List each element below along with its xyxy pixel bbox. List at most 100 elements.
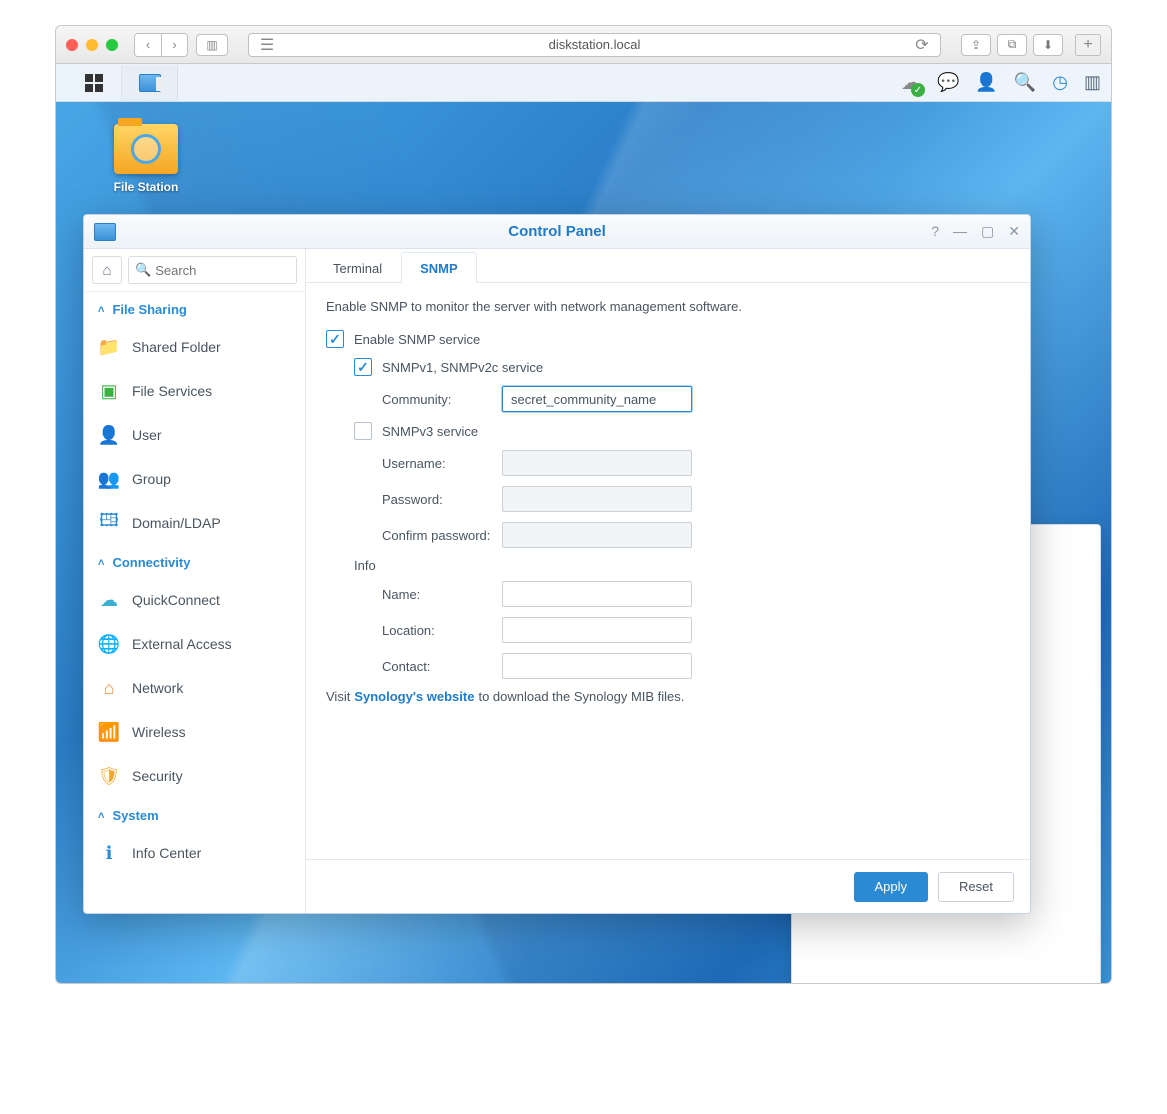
address-bar[interactable]: ☰ diskstation.local ⟳ xyxy=(248,33,941,57)
enable-snmp-checkbox[interactable] xyxy=(326,330,344,348)
username-input xyxy=(502,450,692,476)
network-icon: ⌂ xyxy=(98,678,120,698)
username-label: Username: xyxy=(382,456,502,471)
mib-download-line: Visit Synology's website to download the… xyxy=(326,689,1010,704)
snmp-v3-checkbox[interactable] xyxy=(354,422,372,440)
search-input[interactable] xyxy=(155,263,290,278)
snmp-v1v2-label: SNMPv1, SNMPv2c service xyxy=(382,360,543,375)
info-name-row: Name: xyxy=(382,581,1010,607)
close-window-icon[interactable] xyxy=(66,39,78,51)
info-heading: Info xyxy=(354,558,1010,573)
window-titlebar[interactable]: Control Panel ? — ▢ ✕ xyxy=(84,215,1030,249)
snmp-v1v2-checkbox[interactable] xyxy=(354,358,372,376)
uptime-label: Uptime xyxy=(808,982,852,984)
window-title: Control Panel xyxy=(508,223,606,240)
window-traffic-lights xyxy=(66,39,118,51)
wifi-icon: 📶 xyxy=(98,722,120,742)
control-panel-sidebar: ⌂ 🔍 ˄ File Sharing 📁 Shared Folder xyxy=(84,249,306,913)
downloads-icon[interactable]: ⬇ xyxy=(1033,34,1063,56)
nav-buttons: ‹ › xyxy=(134,33,188,57)
toolbar-icons: ⇪ ⧉ ⬇ xyxy=(961,34,1063,56)
file-station-label: File Station xyxy=(101,180,191,194)
sidebar-item-network[interactable]: ⌂ Network xyxy=(84,666,305,710)
sidebar-item-shared-folder[interactable]: 📁 Shared Folder xyxy=(84,325,305,369)
confirm-password-row: Confirm password: xyxy=(382,522,1010,548)
reader-icon: ☰ xyxy=(257,35,277,55)
info-contact-input[interactable] xyxy=(502,653,692,679)
info-name-label: Name: xyxy=(382,587,502,602)
confirm-password-input xyxy=(502,522,692,548)
file-station-shortcut[interactable]: File Station xyxy=(101,124,191,194)
maximize-icon[interactable]: ▢ xyxy=(981,223,994,240)
search-icon[interactable]: 🔍 xyxy=(1014,72,1036,93)
section-system[interactable]: ˄ System xyxy=(84,798,305,831)
sidebar-item-external-access[interactable]: 🌐 External Access xyxy=(84,622,305,666)
sidebar-item-quickconnect[interactable]: ☁ QuickConnect xyxy=(84,578,305,622)
panel-footer: Apply Reset xyxy=(306,859,1030,913)
info-location-input[interactable] xyxy=(502,617,692,643)
minimize-window-icon[interactable] xyxy=(86,39,98,51)
community-input[interactable] xyxy=(502,386,692,412)
section-file-sharing[interactable]: ˄ File Sharing xyxy=(84,292,305,325)
sidebar-item-group[interactable]: 👥 Group xyxy=(84,457,305,501)
shield-icon: 🛡 xyxy=(98,766,120,786)
password-row: Password: xyxy=(382,486,1010,512)
reset-button[interactable]: Reset xyxy=(938,872,1014,902)
uptime-value: 9 day(s) 12:14:48 xyxy=(983,982,1084,984)
username-row: Username: xyxy=(382,450,1010,476)
sidebar-item-user[interactable]: 👤 User xyxy=(84,413,305,457)
info-location-label: Location: xyxy=(382,623,502,638)
community-label: Community: xyxy=(382,392,502,407)
taskbar-control-panel[interactable] xyxy=(122,65,178,101)
intro-text: Enable SNMP to monitor the server with n… xyxy=(326,299,1010,314)
forward-button[interactable]: › xyxy=(161,34,187,56)
folder-search-icon xyxy=(114,124,178,174)
main-menu-button[interactable] xyxy=(66,65,122,101)
info-icon: ℹ xyxy=(98,843,120,863)
file-services-icon: ▣ xyxy=(98,381,120,401)
tab-bar: Terminal SNMP xyxy=(306,249,1030,283)
uptime-row: Uptime 9 day(s) 12:14:48 xyxy=(808,982,1084,984)
sidebar-item-file-services[interactable]: ▣ File Services xyxy=(84,369,305,413)
dsm-desktop: ☁ 💬 👤 🔍 ◷ ▥ File Station Uptime 9 day(s)… xyxy=(55,64,1112,984)
dsm-taskbar: ☁ 💬 👤 🔍 ◷ ▥ xyxy=(56,64,1111,102)
show-sidebar-button[interactable]: ▥ xyxy=(196,34,228,56)
tab-snmp[interactable]: SNMP xyxy=(401,252,477,283)
close-icon[interactable]: ✕ xyxy=(1008,223,1020,240)
chevron-up-icon: ˄ xyxy=(98,810,104,822)
reload-icon[interactable]: ⟳ xyxy=(912,35,932,55)
minimize-icon[interactable]: — xyxy=(953,223,967,240)
apps-grid-icon xyxy=(85,74,103,92)
sidebar-item-domain-ldap[interactable]: 🖽 Domain/LDAP xyxy=(84,501,305,545)
notifications-icon[interactable]: 💬 xyxy=(937,72,959,93)
browser-toolbar: ‹ › ▥ ☰ diskstation.local ⟳ ⇪ ⧉ ⬇ + xyxy=(55,25,1112,64)
confirm-password-label: Confirm password: xyxy=(382,528,502,543)
sidebar-item-info-center[interactable]: ℹ Info Center xyxy=(84,831,305,875)
back-button[interactable]: ‹ xyxy=(135,34,161,56)
info-name-input[interactable] xyxy=(502,581,692,607)
share-icon[interactable]: ⇪ xyxy=(961,34,991,56)
help-icon[interactable]: ? xyxy=(931,223,939,240)
cloud-icon: ☁ xyxy=(98,590,120,610)
sidebar-item-wireless[interactable]: 📶 Wireless xyxy=(84,710,305,754)
snmp-v3-label: SNMPv3 service xyxy=(382,424,478,439)
snmp-settings-panel: Enable SNMP to monitor the server with n… xyxy=(306,283,1030,859)
info-contact-label: Contact: xyxy=(382,659,502,674)
synology-website-link[interactable]: Synology's website xyxy=(354,689,474,704)
widgets-icon[interactable]: ◷ xyxy=(1052,72,1068,93)
new-tab-button[interactable]: + xyxy=(1075,34,1101,56)
sidebar-item-security[interactable]: 🛡 Security xyxy=(84,754,305,798)
cloud-status-icon[interactable]: ☁ xyxy=(901,70,921,95)
pilot-view-icon[interactable]: ▥ xyxy=(1084,72,1101,93)
globe-icon: 🌐 xyxy=(98,634,120,654)
home-icon: ⌂ xyxy=(102,262,111,279)
apply-button[interactable]: Apply xyxy=(854,872,929,902)
user-menu-icon[interactable]: 👤 xyxy=(975,72,997,93)
tab-terminal[interactable]: Terminal xyxy=(314,252,401,283)
fullscreen-window-icon[interactable] xyxy=(106,39,118,51)
home-button[interactable]: ⌂ xyxy=(92,256,122,284)
sidebar-search[interactable]: 🔍 xyxy=(128,256,297,284)
password-input xyxy=(502,486,692,512)
section-connectivity[interactable]: ˄ Connectivity xyxy=(84,545,305,578)
tabs-icon[interactable]: ⧉ xyxy=(997,34,1027,56)
